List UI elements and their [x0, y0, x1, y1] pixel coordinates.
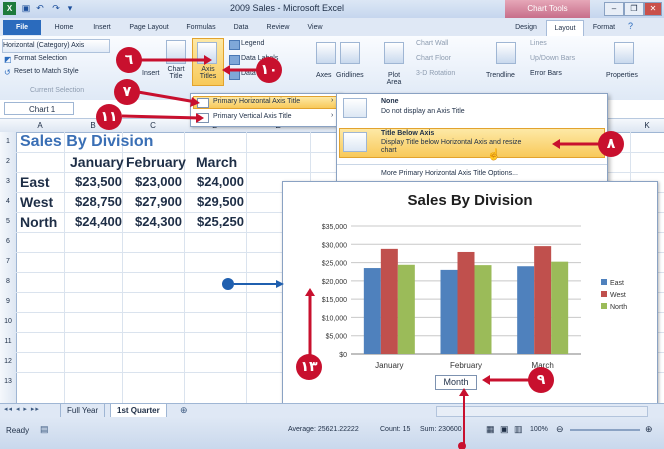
callout-arrows-overlay — [121, 55, 600, 449]
callout-arrowhead — [190, 97, 200, 107]
callout-arrowhead — [196, 113, 204, 123]
callout-badge-13: ١٣ — [296, 354, 322, 380]
callout-arrow — [137, 90, 197, 104]
callout-arrowhead — [459, 388, 469, 396]
callout-arrowhead — [482, 375, 490, 385]
callout-arrowhead — [552, 139, 560, 149]
callout-badge-10: ١٠ — [256, 57, 282, 83]
callout-badge-11: ١١ — [96, 104, 122, 130]
callout-arrow — [121, 114, 201, 120]
callout-arrowhead — [204, 55, 212, 65]
callout-badge-7: ٧ — [114, 79, 140, 105]
callout-arrowhead — [222, 65, 230, 75]
blue-pointer-dot — [222, 278, 234, 290]
callout-arrowhead — [305, 288, 315, 296]
callout-badge-8: ٨ — [598, 131, 624, 157]
blue-arrowhead — [276, 280, 284, 288]
callout-badge-9: ٩ — [528, 367, 554, 393]
callout-badge-6: ٦ — [116, 47, 142, 73]
